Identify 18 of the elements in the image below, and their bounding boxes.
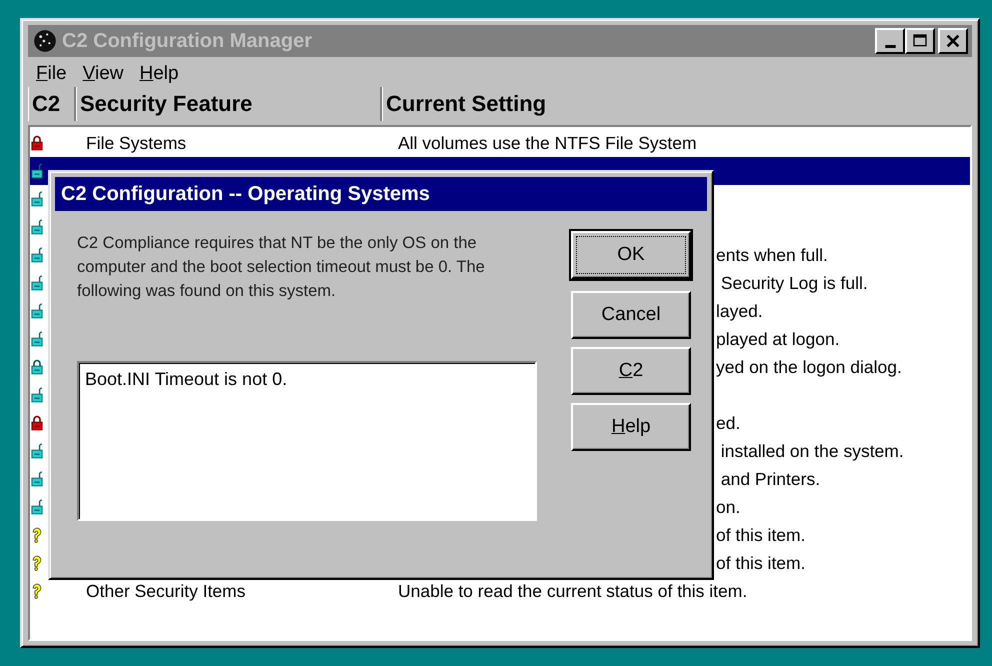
- setting-text: yed on the logon dialog.: [716, 356, 902, 376]
- setting-text: of this item.: [716, 552, 806, 572]
- setting-text: of this item.: [716, 524, 806, 544]
- setting-text: ed.: [716, 412, 740, 432]
- setting-text: on.: [716, 496, 740, 516]
- feature-name: Other Security Items: [86, 580, 246, 600]
- dialog-message: C2 Compliance requires that NT be the only OS on the computer and the boot selection timeout must be 0. The following was found on this system.: [77, 233, 486, 302]
- setting-text: Unable to read the current status of this item.: [398, 580, 748, 600]
- setting-text: played at logon.: [716, 328, 840, 348]
- feature-name: File Systems: [86, 132, 186, 152]
- setting-text: ents when full.: [716, 244, 828, 264]
- setting-text: layed.: [716, 300, 763, 320]
- dialog-title: C2 Configuration -- Operating Systems: [55, 177, 707, 211]
- window-title: C2 Configuration Manager: [62, 30, 314, 52]
- setting-text: All volumes use the NTFS File System: [398, 132, 697, 152]
- setting-text: Security Log is full.: [720, 272, 868, 292]
- setting-text: and Printers.: [720, 468, 820, 488]
- setting-text: installed on the system.: [720, 440, 904, 460]
